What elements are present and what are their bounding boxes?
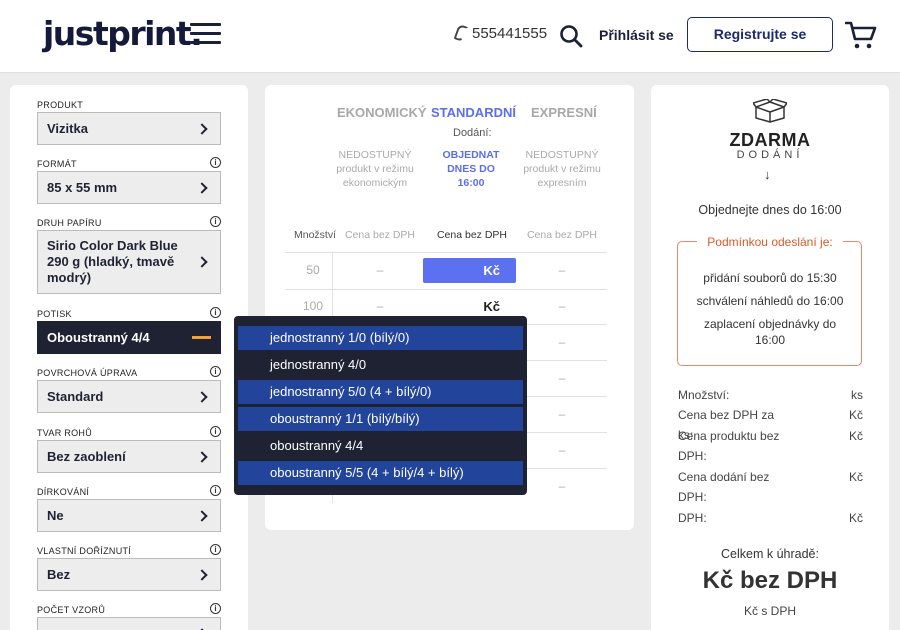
condition-line: zaplacení objednávky do 16:00 [703,317,837,347]
info-icon[interactable]: i [210,307,221,318]
summary-row: Množství: ks [678,388,863,402]
order-deadline: Objednejte dnes do 16:00 [698,203,842,217]
dropdown-item[interactable]: jednostranný 1/0 (bílý/0) [238,326,523,350]
phone-link[interactable]: 555441555 [453,23,548,43]
info-icon[interactable]: i [210,485,221,496]
price-cell-standard[interactable]: Kč [423,299,516,314]
tier-economy-status: NEDOSTUPNÝ produkt v režimu ekonomickým [336,149,414,189]
product-options-panel: PRODUKT Vizitka FORMÁT i 85 x 55 mm DRUH… [10,85,248,630]
chevron-right-icon [196,509,208,522]
col-header-standard: Cena bez DPH [436,229,508,241]
chevron-right-icon [196,450,208,463]
option-label: FORMÁT [37,159,77,169]
total-label: Celkem k úhradě: [721,547,819,561]
chevron-right-icon [196,390,208,403]
option-label: VLASTNÍ DOŘÍZNUTÍ [37,546,132,556]
info-icon[interactable]: i [210,544,221,555]
chevron-right-icon [196,568,208,581]
option-select[interactable]: Standard [37,380,221,413]
tier-standard[interactable]: STANDARDNÍ [431,105,516,120]
info-icon[interactable]: i [210,216,221,227]
option-select[interactable]: Bez [37,558,221,591]
tier-standard-status: OBJEDNAT DNES DO 16:00 [442,149,500,189]
price-cell-express: – [558,263,566,277]
row-divider [285,252,607,253]
option-label: DRUH PAPÍRU [37,218,102,228]
chevron-right-icon [196,122,208,135]
site-logo[interactable]: justprint. [43,14,203,53]
dropdown-item[interactable]: jednostranný 4/0 [238,353,523,377]
phone-icon [453,23,469,43]
price-cell-express: – [558,299,566,313]
menu-icon[interactable] [190,23,221,45]
dropdown-item[interactable]: oboustranný 1/1 (bílý/bílý) [238,407,523,431]
info-icon[interactable]: i [210,157,221,168]
dropdown-item[interactable]: jednostranný 5/0 (4 + bílý/0) [238,380,523,404]
option-label: POVRCHOVÁ ÚPRAVA [37,368,138,378]
arrow-down-icon: ↓ [764,167,771,182]
option-select[interactable]: Sirio Color Dark Blue 290 g (hladký, tma… [37,230,221,294]
option-label: DÍRKOVÁNÍ [37,487,90,497]
price-cell-economy: – [376,263,384,277]
cart-icon[interactable] [845,20,877,50]
total-price-vat: Kč s DPH [743,604,796,618]
price-cell-express: – [558,443,566,457]
info-icon[interactable]: i [210,603,221,614]
tier-express-status: NEDOSTUPNÝ produkt v režimu expresním [523,149,601,189]
search-icon[interactable] [559,24,583,48]
option-select[interactable]: Bez zaoblení [37,440,221,473]
order-summary-panel: ZDARMA DODÁNÍ ↓ Objednejte dnes do 16:00… [651,85,889,630]
info-icon[interactable]: i [210,366,221,377]
option-label: TVAR ROHŮ [37,428,93,438]
conditions-title: Podmínkou odeslání je: [697,235,843,249]
phone-number: 555441555 [472,25,548,42]
free-delivery-subtitle: DODÁNÍ [736,149,804,161]
price-cell-express: – [558,479,566,493]
site-header: justprint. 555441555 Přihlásit se Regist… [0,0,900,73]
summary-row: Cena dodání bez DPH: Kč [678,470,863,504]
condition-line: přidání souborů do 15:30 [703,271,837,285]
total-price: Kč bez DPH [702,567,838,594]
chevron-right-icon [196,181,208,194]
collapse-icon [192,336,211,339]
price-cell-selected[interactable]: Kč [423,258,516,283]
option-select[interactable]: Ne [37,499,221,532]
row-divider [285,289,607,290]
free-delivery-title: ZDARMA [729,130,811,150]
option-select[interactable]: 85 x 55 mm [37,171,221,204]
dropdown-item[interactable]: oboustranný 4/4 [238,434,523,458]
summary-row: Cena produktu bez DPH: Kč [678,429,863,463]
delivery-label: Dodání: [453,127,492,139]
col-header-economy: Cena bez DPH [344,229,416,241]
info-icon[interactable]: i [210,426,221,437]
price-cell-economy: – [376,299,384,313]
price-cell-express: – [558,407,566,421]
summary-row: DPH: Kč [678,511,863,525]
print-options-dropdown: jednostranný 1/0 (bílý/0) jednostranný 4… [234,316,527,495]
option-label: PRODUKT [37,100,84,110]
dropdown-item[interactable]: oboustranný 5/5 (4 + bílý/4 + bílý) [238,461,523,485]
login-link[interactable]: Přihlásit se [599,27,674,43]
option-select[interactable]: Vizitka [37,112,221,145]
chevron-right-icon [196,256,208,268]
option-label: POTISK [37,309,72,319]
tier-express[interactable]: EXPRESNÍ [531,105,597,120]
package-icon [753,99,787,123]
option-label: POČET VZORŮ [37,605,106,615]
option-select[interactable] [37,617,221,630]
price-cell-express: – [558,371,566,385]
tier-economy[interactable]: EKONOMICKÝ [337,105,427,120]
option-select-open[interactable]: Oboustranný 4/4 [37,321,221,354]
register-button[interactable]: Registrujte se [687,17,833,52]
condition-line: schválení náhledů do 16:00 [696,294,844,308]
col-header-express: Cena bez DPH [526,229,598,241]
price-cell-express: – [558,335,566,349]
